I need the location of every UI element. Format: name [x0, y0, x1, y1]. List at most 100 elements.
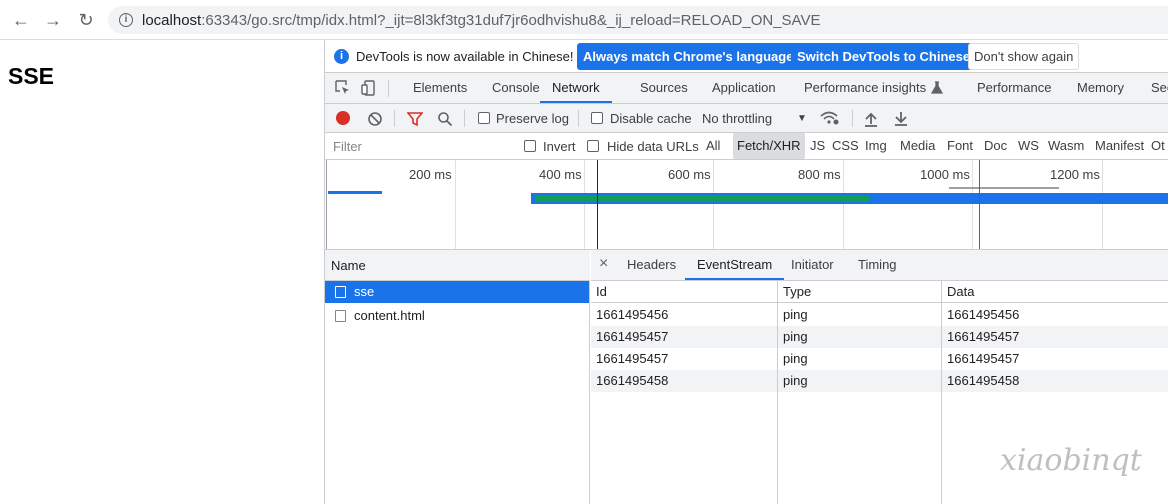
switch-chinese-button[interactable]: Switch DevTools to Chinese	[791, 43, 977, 70]
event-type: ping	[783, 329, 808, 344]
filter-icon[interactable]	[407, 111, 423, 127]
event-id: 1661495457	[596, 351, 669, 366]
event-data: 1661495456	[947, 307, 1020, 322]
filter-type-wasm[interactable]: Wasm	[1048, 133, 1084, 159]
divider	[852, 110, 853, 127]
watermark: xiaobinqt	[1000, 443, 1142, 478]
preserve-log-checkbox[interactable]	[478, 112, 490, 124]
site-info-icon[interactable]: i	[119, 13, 133, 27]
column-header-id[interactable]: Id	[596, 281, 607, 303]
tab-security[interactable]: Sec	[1151, 73, 1168, 103]
table-row[interactable]: 1661495457 ping 1661495457	[591, 348, 1168, 370]
tab-elements[interactable]: Elements	[413, 73, 467, 103]
network-conditions-icon[interactable]	[820, 110, 840, 126]
overview-bar-minor	[949, 187, 1059, 189]
language-infobar: i DevTools is now available in Chinese! …	[325, 40, 1168, 73]
export-har-icon[interactable]	[893, 110, 909, 126]
filter-type-media[interactable]: Media	[900, 133, 935, 159]
overview-tick: 800 ms	[798, 167, 841, 182]
column-divider[interactable]	[777, 281, 778, 504]
filter-type-fetch-xhr[interactable]: Fetch/XHR	[733, 133, 805, 159]
chevron-down-icon[interactable]: ▼	[797, 113, 807, 124]
back-icon[interactable]: ←	[11, 10, 31, 30]
tab-timing[interactable]: Timing	[858, 250, 897, 280]
overview-tick: 400 ms	[539, 167, 582, 182]
tab-headers[interactable]: Headers	[627, 250, 676, 280]
infobar-message: DevTools is now available in Chinese!	[356, 49, 574, 64]
invert-checkbox[interactable]	[524, 140, 536, 152]
tab-application[interactable]: Application	[712, 73, 776, 103]
filter-type-css[interactable]: CSS	[832, 133, 859, 159]
filter-type-manifest[interactable]: Manifest	[1095, 133, 1144, 159]
table-row[interactable]: 1661495458 ping 1661495458	[591, 370, 1168, 392]
table-row[interactable]: 1661495456 ping 1661495456	[591, 304, 1168, 326]
tab-performance[interactable]: Performance	[977, 73, 1051, 103]
import-har-icon[interactable]	[863, 111, 879, 127]
request-list: Name sse content.html	[325, 250, 590, 504]
column-divider[interactable]	[941, 281, 942, 504]
filter-type-js[interactable]: JS	[810, 133, 825, 159]
network-toolbar: Preserve log Disable cache No throttling…	[325, 104, 1168, 133]
request-row-content[interactable]: content.html	[325, 305, 589, 327]
detail-tabstrip: × Headers EventStream Initiator Timing	[591, 250, 1168, 281]
reload-icon[interactable]: ↻	[76, 10, 96, 30]
filter-type-img[interactable]: Img	[865, 133, 887, 159]
filter-type-ws[interactable]: WS	[1018, 133, 1039, 159]
filter-type-other[interactable]: Ot	[1151, 133, 1165, 159]
close-icon[interactable]: ×	[599, 255, 608, 273]
tab-memory[interactable]: Memory	[1077, 73, 1124, 103]
divider	[394, 110, 395, 127]
disable-cache-label: Disable cache	[610, 111, 692, 126]
dom-content-loaded-marker	[597, 160, 598, 249]
tab-sources[interactable]: Sources	[640, 73, 688, 103]
column-header-data[interactable]: Data	[947, 281, 974, 303]
search-icon[interactable]	[437, 111, 453, 127]
preserve-log-label: Preserve log	[496, 111, 569, 126]
overview-gridline	[584, 160, 585, 249]
event-id: 1661495457	[596, 329, 669, 344]
match-language-button[interactable]: Always match Chrome's language	[577, 43, 800, 70]
request-name: sse	[354, 284, 375, 299]
record-icon[interactable]	[336, 111, 350, 125]
forward-icon[interactable]: →	[43, 10, 63, 30]
eventstream-header: Id Type Data	[591, 281, 1168, 303]
event-type: ping	[783, 373, 808, 388]
event-type: ping	[783, 351, 808, 366]
url-text: localhost:63343/go.src/tmp/idx.html?_ijt…	[142, 12, 821, 29]
tab-network[interactable]: Network	[540, 73, 612, 103]
overview-tick: 1000 ms	[920, 167, 970, 182]
dont-show-again-button[interactable]: Don't show again	[968, 43, 1080, 70]
disable-cache-checkbox[interactable]	[591, 112, 603, 124]
table-row[interactable]: 1661495457 ping 1661495457	[591, 326, 1168, 348]
request-name: content.html	[354, 308, 425, 323]
filter-type-all[interactable]: All	[706, 133, 720, 159]
column-header-type[interactable]: Type	[783, 281, 811, 303]
network-overview[interactable]: 200 ms 400 ms 600 ms 800 ms 1000 ms 1200…	[325, 160, 1168, 250]
filter-input[interactable]: Filter	[328, 136, 511, 157]
request-row-sse[interactable]: sse	[325, 281, 589, 303]
overview-gridline	[326, 160, 327, 249]
throttling-select[interactable]: No throttling	[702, 111, 772, 126]
flask-icon	[931, 81, 943, 94]
hide-data-urls-checkbox[interactable]	[587, 140, 599, 152]
filter-type-doc[interactable]: Doc	[984, 133, 1007, 159]
address-bar[interactable]: i localhost:63343/go.src/tmp/idx.html?_i…	[108, 6, 1168, 34]
tab-eventstream[interactable]: EventStream	[685, 250, 785, 280]
overview-gridline	[713, 160, 714, 249]
filter-bar: Filter Invert Hide data URLs All Fetch/X…	[325, 133, 1168, 160]
inspect-element-icon[interactable]	[335, 80, 351, 96]
tab-initiator[interactable]: Initiator	[791, 250, 834, 280]
overview-tick: 200 ms	[409, 167, 452, 182]
tab-performance-insights[interactable]: Performance insights	[804, 73, 926, 103]
devtools-panel: i DevTools is now available in Chinese! …	[324, 40, 1168, 504]
devtools-tabstrip: Elements Console Network Sources Applica…	[325, 73, 1168, 104]
divider	[388, 80, 389, 97]
name-column-header[interactable]: Name	[325, 250, 590, 281]
clear-icon[interactable]	[367, 111, 383, 127]
tab-console[interactable]: Console	[492, 73, 540, 103]
device-toolbar-icon[interactable]	[361, 80, 377, 96]
filter-type-font[interactable]: Font	[947, 133, 973, 159]
overview-tick: 600 ms	[668, 167, 711, 182]
document-icon	[335, 310, 346, 322]
invert-label: Invert	[543, 139, 576, 154]
